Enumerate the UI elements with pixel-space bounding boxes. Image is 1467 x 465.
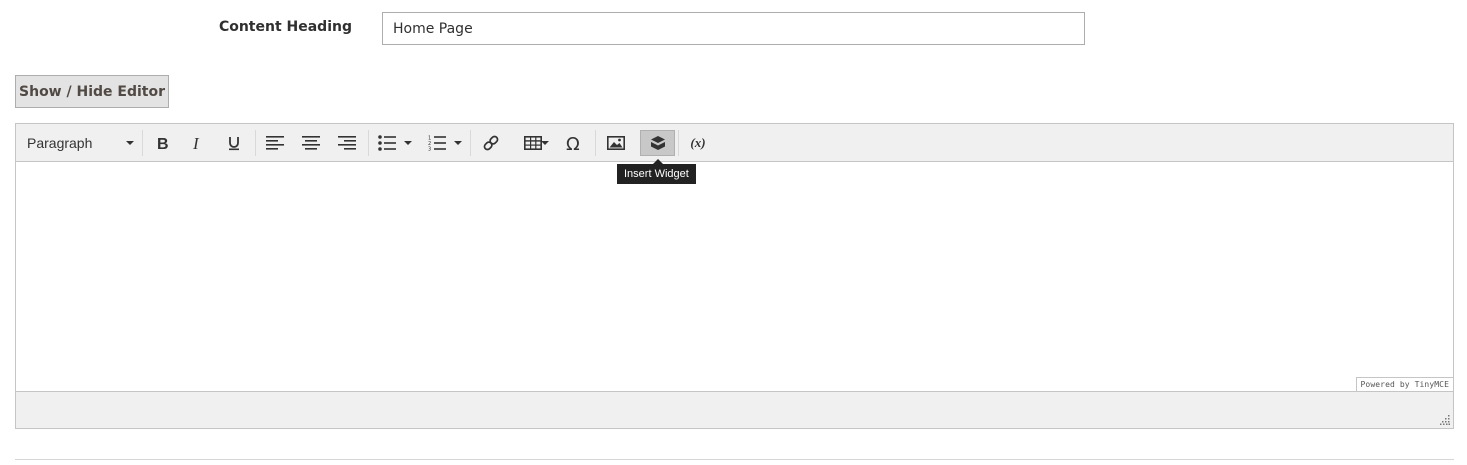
italic-button[interactable]: I <box>185 130 211 156</box>
insert-image-button[interactable] <box>603 130 629 156</box>
editor-content-area[interactable]: Powered by TinyMCE <box>16 162 1453 391</box>
align-left-button[interactable] <box>262 130 288 156</box>
content-heading-input[interactable] <box>382 12 1085 45</box>
insert-widget-button[interactable] <box>640 130 675 156</box>
content-heading-label: Content Heading <box>218 19 352 35</box>
align-right-icon <box>338 136 356 150</box>
show-hide-editor-button[interactable]: Show / Hide Editor <box>15 75 169 108</box>
editor-toolbar: Paragraph B I 1 2 3 Ω (x) <box>16 124 1453 162</box>
bold-icon: B <box>157 136 169 151</box>
chevron-down-icon <box>454 141 462 145</box>
widget-icon <box>650 136 665 150</box>
bold-button[interactable]: B <box>149 130 175 156</box>
bullet-list-button[interactable] <box>374 130 416 156</box>
link-icon <box>483 135 499 151</box>
svg-text:Ω: Ω <box>566 134 580 152</box>
numbered-list-icon: 1 2 3 <box>428 136 446 152</box>
editor-statusbar <box>16 391 1453 428</box>
align-left-icon <box>266 136 284 150</box>
toolbar-separator <box>595 130 596 156</box>
align-center-button[interactable] <box>298 130 324 156</box>
toolbar-separator <box>678 130 679 156</box>
toolbar-separator <box>142 130 143 156</box>
svg-text:B: B <box>157 136 169 151</box>
table-icon <box>524 135 542 150</box>
insert-variable-button[interactable]: (x) <box>684 130 712 156</box>
underline-icon <box>229 137 239 151</box>
chevron-down-icon <box>541 141 549 145</box>
bullet-list-icon <box>378 135 396 151</box>
underline-button[interactable] <box>221 130 247 156</box>
section-divider <box>15 459 1454 460</box>
format-select-label: Paragraph <box>27 135 93 151</box>
insert-widget-tooltip: Insert Widget <box>617 159 696 184</box>
toolbar-separator <box>470 130 471 156</box>
chevron-down-icon <box>404 141 412 145</box>
italic-icon: I <box>192 135 200 151</box>
wysiwyg-editor: Paragraph B I 1 2 3 Ω (x) Insert Widget … <box>15 123 1454 429</box>
svg-text:I: I <box>192 135 200 151</box>
omega-icon: Ω <box>566 134 580 152</box>
align-center-icon <box>302 136 320 150</box>
image-icon <box>607 135 625 150</box>
format-select[interactable]: Paragraph <box>20 130 138 156</box>
align-right-button[interactable] <box>334 130 360 156</box>
resize-handle-icon[interactable] <box>1440 415 1450 425</box>
numbered-list-button[interactable]: 1 2 3 <box>424 130 466 156</box>
special-character-button[interactable]: Ω <box>562 130 588 156</box>
table-button[interactable] <box>514 130 552 156</box>
chevron-down-icon <box>126 141 134 145</box>
toolbar-separator <box>255 130 256 156</box>
svg-text:3: 3 <box>428 147 431 152</box>
link-button[interactable] <box>478 130 504 156</box>
variable-icon: (x) <box>690 135 706 150</box>
powered-by-tinymce[interactable]: Powered by TinyMCE <box>1355 377 1453 391</box>
toolbar-separator <box>368 130 369 156</box>
